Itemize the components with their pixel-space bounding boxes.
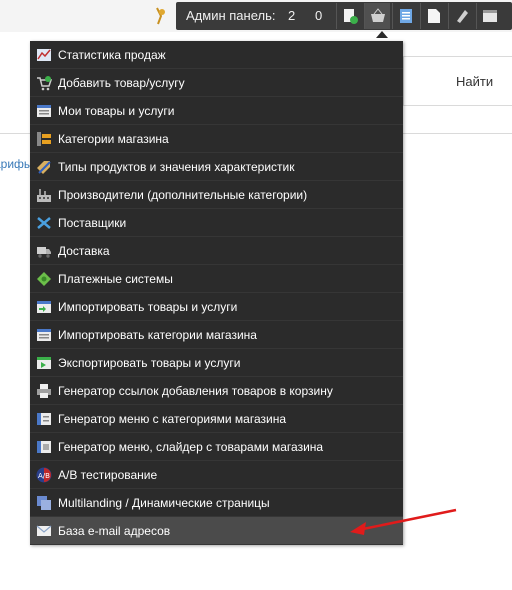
pin-icon[interactable] xyxy=(154,6,168,26)
menu-label: Доставка xyxy=(58,244,110,258)
stats-chart-icon xyxy=(37,49,51,61)
menu-item-product-types[interactable]: Типы продуктов и значения характеристик xyxy=(30,153,403,181)
cart-add-icon xyxy=(37,76,52,91)
printer-icon xyxy=(37,384,51,398)
money-icon xyxy=(37,272,51,286)
menu-item-slider-generator[interactable]: Генератор меню, слайдер с товарами магаз… xyxy=(30,433,403,461)
menu-label: Multilanding / Динамические страницы xyxy=(58,496,270,510)
blank-page-icon xyxy=(428,9,440,23)
menu-label: Производители (дополнительные категории) xyxy=(58,188,308,202)
menu-item-suppliers[interactable]: Поставщики xyxy=(30,209,403,237)
tariffs-link[interactable]: арифы xyxy=(0,157,33,171)
menu-item-import-products[interactable]: Импортировать товары и услуги xyxy=(30,293,403,321)
menu-item-delivery[interactable]: Доставка xyxy=(30,237,403,265)
menu-item-ab-testing[interactable]: A/B A/B тестирование xyxy=(30,461,403,489)
menu-item-import-categories[interactable]: Импортировать категории магазина xyxy=(30,321,403,349)
suppliers-icon xyxy=(37,217,51,229)
settings-panel-icon xyxy=(483,10,497,22)
menu-label: Экспортировать товары и услуги xyxy=(58,356,241,370)
menu-generator-icon xyxy=(37,413,51,425)
divider-left xyxy=(0,133,30,134)
ab-test-icon: A/B xyxy=(36,467,52,483)
admin-count-b[interactable]: 0 xyxy=(315,8,322,23)
basket-icon xyxy=(371,8,385,22)
menu-item-shop-categories[interactable]: Категории магазина xyxy=(30,125,403,153)
edit-tool-icon xyxy=(457,10,468,23)
menu-item-cart-link-generator[interactable]: Генератор ссылок добавления товаров в ко… xyxy=(30,377,403,405)
red-pointer-arrow xyxy=(350,508,457,535)
search-area: Найти xyxy=(403,56,512,106)
menu-item-my-products[interactable]: Мои товары и услуги xyxy=(30,97,403,125)
divider-right xyxy=(403,133,512,134)
edit-tool-button[interactable] xyxy=(448,3,474,29)
menu-label: Добавить товар/услугу xyxy=(58,76,185,90)
menu-item-add-product[interactable]: Добавить товар/услугу xyxy=(30,69,403,97)
menu-item-export-products[interactable]: Экспортировать товары и услуги xyxy=(30,349,403,377)
dropdown-caret xyxy=(376,31,388,38)
import-products-icon xyxy=(37,301,51,313)
export-products-icon xyxy=(37,357,51,369)
menu-label: Поставщики xyxy=(58,216,127,230)
document-list-icon xyxy=(400,9,412,23)
menu-item-category-menu-generator[interactable]: Генератор меню с категориями магазина xyxy=(30,405,403,433)
blank-page-button[interactable] xyxy=(420,3,446,29)
settings-panel-button[interactable] xyxy=(476,3,502,29)
shop-menu-button[interactable] xyxy=(364,3,390,29)
menu-item-manufacturers[interactable]: Производители (дополнительные категории) xyxy=(30,181,403,209)
document-list-button[interactable] xyxy=(392,3,418,29)
search-button[interactable]: Найти xyxy=(456,74,493,89)
menu-label: Генератор ссылок добавления товаров в ко… xyxy=(58,384,333,398)
factory-icon xyxy=(37,189,51,202)
admin-toolbar: Админ панель: 2 0 xyxy=(176,2,512,30)
menu-label: Статистика продаж xyxy=(58,48,166,62)
menu-label: Категории магазина xyxy=(58,132,169,146)
menu-label: Импортировать товары и услуги xyxy=(58,300,238,314)
add-page-button[interactable] xyxy=(336,3,362,29)
envelope-icon xyxy=(36,525,52,536)
menu-label: База e-mail адресов xyxy=(58,524,171,538)
menu-label: Мои товары и услуги xyxy=(58,104,175,118)
menu-label: Импортировать категории магазина xyxy=(58,328,257,342)
admin-panel-label: Админ панель: xyxy=(186,8,276,23)
shop-dropdown-menu: Статистика продаж Добавить товар/услугу … xyxy=(30,41,403,545)
multilanding-icon xyxy=(37,496,51,510)
menu-item-sales-stats[interactable]: Статистика продаж xyxy=(30,41,403,69)
import-categories-icon xyxy=(37,329,51,341)
admin-count-a[interactable]: 2 xyxy=(288,8,295,23)
truck-icon xyxy=(37,247,51,258)
menu-item-payment-systems[interactable]: Платежные системы xyxy=(30,265,403,293)
slider-generator-icon xyxy=(37,441,51,453)
tag-edit-icon xyxy=(37,161,51,174)
menu-label: Платежные системы xyxy=(58,272,173,286)
add-page-icon xyxy=(344,9,358,24)
menu-label: Генератор меню с категориями магазина xyxy=(58,412,287,426)
svg-text:A/B: A/B xyxy=(38,472,50,480)
menu-label: Генератор меню, слайдер с товарами магаз… xyxy=(58,440,324,454)
menu-label: A/B тестирование xyxy=(58,468,158,482)
category-folder-icon xyxy=(37,132,51,146)
product-list-icon xyxy=(37,105,51,117)
menu-label: Типы продуктов и значения характеристик xyxy=(58,160,295,174)
